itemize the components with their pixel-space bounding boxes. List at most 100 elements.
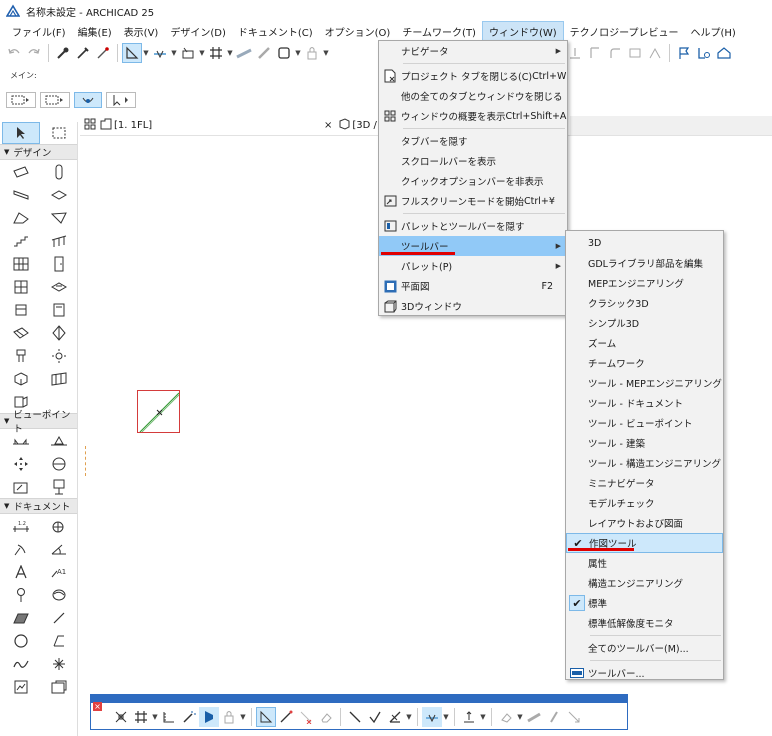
guide-lines-dropdown[interactable]: ▼ bbox=[142, 43, 150, 63]
lock-icon[interactable] bbox=[302, 43, 322, 63]
submenu-item-teamwork[interactable]: チームワーク bbox=[566, 353, 723, 373]
intersect-icon[interactable] bbox=[645, 43, 665, 63]
grid-element-tool-icon[interactable] bbox=[40, 367, 78, 390]
diagonal-line-icon[interactable] bbox=[345, 707, 365, 727]
menu-item-hide-palettes[interactable]: パレットとツールバーを隠す bbox=[379, 216, 567, 236]
snap-intersection-icon[interactable] bbox=[111, 707, 131, 727]
submenu-item-tools-viewpoint[interactable]: ツール - ビューポイント bbox=[566, 413, 723, 433]
submenu-item-model-check[interactable]: モデルチェック bbox=[566, 493, 723, 513]
shell-tool-icon[interactable] bbox=[40, 206, 78, 229]
figure-import-tool-icon[interactable] bbox=[40, 675, 78, 698]
submenu-item-mini-navigator[interactable]: ミニナビゲータ bbox=[566, 473, 723, 493]
worksheet-tool-icon[interactable] bbox=[40, 452, 78, 475]
fill-point-tool-icon[interactable] bbox=[2, 583, 40, 606]
menu-design[interactable]: デザイン(D) bbox=[164, 22, 232, 41]
elevate-icon[interactable] bbox=[565, 43, 585, 63]
suspend-groups-icon[interactable] bbox=[234, 43, 254, 63]
find-select-icon[interactable] bbox=[694, 43, 714, 63]
submenu-item-tools-architecture[interactable]: ツール - 建築 bbox=[566, 433, 723, 453]
hotspot-tool-icon[interactable] bbox=[40, 652, 78, 675]
lamp-tool-icon[interactable] bbox=[2, 344, 40, 367]
object-library-tool-icon[interactable] bbox=[2, 367, 40, 390]
menu-edit[interactable]: 編集(E) bbox=[72, 22, 118, 41]
lock-element-dropdown[interactable]: ▼ bbox=[239, 707, 247, 727]
grid-icon[interactable] bbox=[131, 707, 151, 727]
gravity-icon[interactable] bbox=[74, 92, 102, 108]
elevation-tool-icon[interactable] bbox=[40, 429, 78, 452]
guide-line-icon[interactable] bbox=[256, 707, 276, 727]
syringe-icon[interactable] bbox=[93, 43, 113, 63]
beam-tool-icon[interactable] bbox=[2, 183, 40, 206]
window-tool-icon[interactable] bbox=[2, 275, 40, 298]
trace-icon[interactable] bbox=[199, 707, 219, 727]
object-tool-icon[interactable] bbox=[2, 298, 40, 321]
interior-elevation-tool-icon[interactable] bbox=[2, 452, 40, 475]
parallel-guide-icon[interactable] bbox=[422, 707, 442, 727]
grid-snap-dropdown[interactable]: ▼ bbox=[226, 43, 234, 63]
zone-tool-icon[interactable] bbox=[40, 298, 78, 321]
menu-item-hide-quick-options[interactable]: クイックオプションバーを非表示 bbox=[379, 171, 567, 191]
submenu-item-simple-3d[interactable]: シンプル3D bbox=[566, 313, 723, 333]
submenu-item-toolbars-dialog[interactable]: ツールバー... bbox=[566, 663, 723, 683]
light-tool-icon[interactable] bbox=[40, 344, 78, 367]
grid-snap-icon[interactable] bbox=[206, 43, 226, 63]
tab-3d[interactable]: [3D / bbox=[352, 120, 377, 131]
guide-lines-icon[interactable] bbox=[122, 43, 142, 63]
rulers-icon[interactable] bbox=[159, 707, 179, 727]
grid-dropdown[interactable]: ▼ bbox=[151, 707, 159, 727]
angle-line-icon[interactable] bbox=[385, 707, 405, 727]
menu-item-palettes[interactable]: パレット(P) ▶ bbox=[379, 256, 567, 276]
menu-options[interactable]: オプション(O) bbox=[319, 22, 397, 41]
snap-points-icon[interactable] bbox=[178, 43, 198, 63]
submenu-item-tools-mep[interactable]: ツール - MEPエンジニアリング bbox=[566, 373, 723, 393]
arrow-selection-icon[interactable] bbox=[106, 92, 136, 108]
rotate-icon[interactable] bbox=[496, 707, 516, 727]
fillet-icon[interactable] bbox=[605, 43, 625, 63]
lock-dropdown[interactable]: ▼ bbox=[322, 43, 330, 63]
menu-window[interactable]: ウィンドウ(W) bbox=[481, 20, 564, 42]
section-tool-icon[interactable] bbox=[2, 429, 40, 452]
submenu-item-structural[interactable]: 構造エンジニアリング bbox=[566, 573, 723, 593]
drawing-tool-icon[interactable] bbox=[2, 675, 40, 698]
viewpoint-group-header[interactable]: ▼ ビューポイント bbox=[0, 410, 77, 435]
figure-tool-icon[interactable] bbox=[40, 583, 78, 606]
change-tool-icon[interactable] bbox=[40, 475, 78, 498]
dimension-tool-icon[interactable]: 1.2 bbox=[2, 514, 40, 537]
polyline-tool-icon[interactable] bbox=[40, 629, 78, 652]
stretch-icon[interactable] bbox=[564, 707, 584, 727]
submenu-item-standard[interactable]: ✔ 標準 bbox=[566, 593, 723, 613]
submenu-item-classic-3d[interactable]: クラシック3D bbox=[566, 293, 723, 313]
merge-icon[interactable] bbox=[625, 43, 645, 63]
pick-up-parameters-icon[interactable] bbox=[53, 43, 73, 63]
line-tool-icon[interactable] bbox=[40, 606, 78, 629]
draw-line-icon[interactable] bbox=[276, 707, 296, 727]
drafting-tools-floating-toolbar[interactable]: × ▼ ▼ ▼ ▼ ▼ ▼ bbox=[90, 694, 628, 730]
redo-icon[interactable] bbox=[24, 43, 44, 63]
design-group-header[interactable]: ▼ デザイン bbox=[0, 144, 77, 160]
text-tool-icon[interactable] bbox=[2, 560, 40, 583]
adjust-icon[interactable] bbox=[585, 43, 605, 63]
menu-view[interactable]: 表示(V) bbox=[118, 22, 165, 41]
stair-tool-icon[interactable] bbox=[2, 229, 40, 252]
wall-tool-icon[interactable] bbox=[2, 160, 40, 183]
arrow-tool-icon[interactable] bbox=[2, 122, 40, 144]
marquee-settings-icon[interactable] bbox=[40, 92, 70, 108]
slab-tool-icon[interactable] bbox=[40, 183, 78, 206]
spline-tool-icon[interactable] bbox=[2, 652, 40, 675]
menu-file[interactable]: ファイル(F) bbox=[6, 22, 72, 41]
pencil-icon[interactable] bbox=[254, 43, 274, 63]
document-group-header[interactable]: ▼ ドキュメント bbox=[0, 498, 77, 514]
snap-points-dropdown[interactable]: ▼ bbox=[198, 43, 206, 63]
level-dimension-tool-icon[interactable] bbox=[40, 514, 78, 537]
menu-item-floor-plan[interactable]: 平面図 F2 bbox=[379, 276, 567, 296]
railing-tool-icon[interactable] bbox=[40, 229, 78, 252]
circle-tool-icon[interactable] bbox=[2, 629, 40, 652]
submenu-item-3d[interactable]: 3D bbox=[566, 233, 723, 253]
flag-icon[interactable] bbox=[674, 43, 694, 63]
column-tool-icon[interactable] bbox=[40, 160, 78, 183]
submenu-item-layout-drawing[interactable]: レイアウトおよび図面 bbox=[566, 513, 723, 533]
rotate-dropdown[interactable]: ▼ bbox=[516, 707, 524, 727]
offset-icon[interactable] bbox=[459, 707, 479, 727]
radial-dimension-tool-icon[interactable] bbox=[2, 537, 40, 560]
check-line-icon[interactable] bbox=[365, 707, 385, 727]
